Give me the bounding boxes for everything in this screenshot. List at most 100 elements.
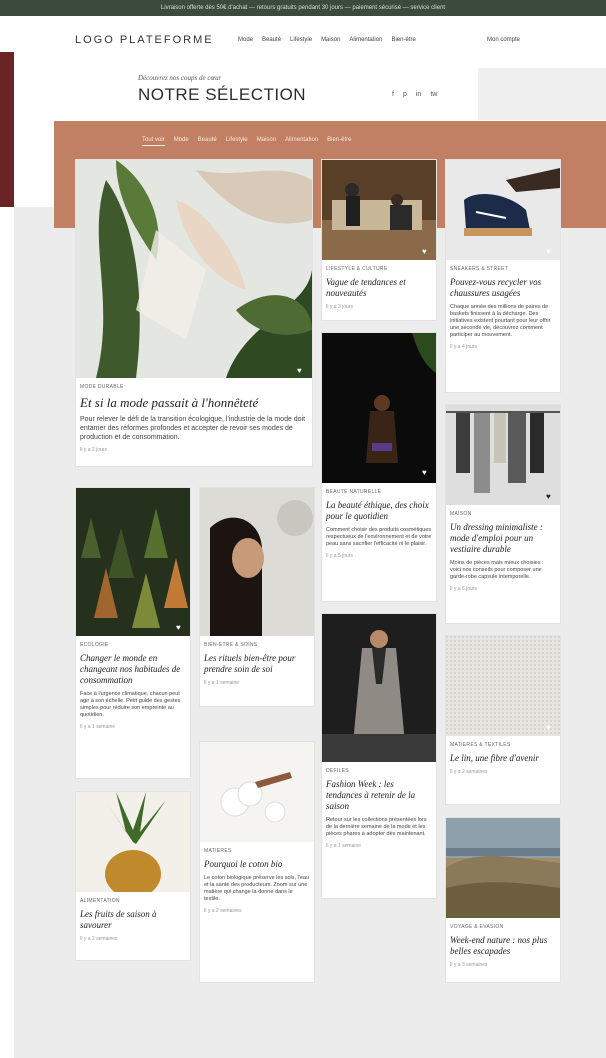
article-title[interactable]: Vague de tendances et nouveautés [326,277,432,299]
filter-all[interactable]: Tout voir [142,137,165,146]
article-date: Il y a 6 jours [450,586,477,592]
article-card[interactable]: ALIMENTATION Les fruits de saison à savo… [76,792,190,960]
article-title[interactable]: Pourquoi le coton bio [204,859,310,870]
site-header: LOGO PLATEFORME Mode Beauté Lifestyle Ma… [0,16,606,68]
favorite-icon[interactable]: ♥ [297,367,305,375]
article-excerpt: Le coton biologique préserve les sols, l… [204,875,310,902]
article-title[interactable]: Pouvez-vous recycler vos chaussures usag… [450,277,556,299]
twitter-icon[interactable]: tw [430,91,437,98]
promo-text: Livraison offerte dès 50€ d'achat — reto… [160,5,446,11]
article-category: ALIMENTATION [80,898,120,904]
article-date: Il y a 1 semaine [80,724,116,730]
article-category: SNEAKERS & STREET [450,266,509,272]
article-date: Il y a 2 semaines [204,908,242,914]
article-body: MATIÈRES Pourquoi le coton bio Le coton … [204,848,310,914]
article-title[interactable]: Et si la mode passait à l'honnêteté [80,395,308,410]
article-excerpt: Pour relever le défi de la transition éc… [80,416,306,441]
linkedin-icon[interactable]: in [416,91,421,98]
article-excerpt: Chaque année des millions de paires de b… [450,304,551,338]
filter-lifestyle[interactable]: Lifestyle [226,137,248,146]
article-card[interactable]: BIEN-ÊTRE & SOINS Les rituels bien-être … [200,488,314,706]
filter-mode[interactable]: Mode [174,137,189,146]
article-body: BEAUTÉ NATURELLE La beauté éthique, des … [326,489,432,559]
article-body: BIEN-ÊTRE & SOINS Les rituels bien-être … [204,642,310,686]
article-card[interactable]: VOYAGE & ÉVASION Week-end nature : nos p… [446,818,560,982]
article-date: Il y a 2 semaines [450,769,488,775]
article-title[interactable]: Changer le monde en changeant nos habitu… [80,653,186,686]
article-body: SNEAKERS & STREET Pouvez-vous recycler v… [450,266,556,350]
favorite-icon[interactable]: ♥ [546,724,554,732]
article-card[interactable]: ♥ BEAUTÉ NATURELLE La beauté éthique, de… [322,333,436,601]
article-card[interactable]: MATIÈRES Pourquoi le coton bio Le coton … [200,742,314,982]
article-card[interactable]: ♥ MAISON Un dressing minimaliste : mode … [446,405,560,623]
category-filters: Tout voir Mode Beauté Lifestyle Maison A… [142,137,351,146]
article-category: LIFESTYLE & CULTURE [326,266,388,272]
favorite-icon[interactable]: ♥ [546,493,554,501]
article-card[interactable]: ♥ MATIÈRES & TEXTILES Le lin, une fibre … [446,636,560,804]
facebook-icon[interactable]: f [392,91,394,98]
article-title[interactable]: Le lin, une fibre d'avenir [450,753,556,764]
main-nav: Mode Beauté Lifestyle Maison Alimentatio… [238,37,416,43]
page-kicker: Découvrez nos coups de cœur [138,74,222,82]
article-card[interactable]: ♥ ÉCOLOGIE Changer le monde en changeant… [76,488,190,778]
account-link[interactable]: Mon compte [487,37,520,43]
favorite-icon[interactable]: ♥ [176,624,184,632]
article-date: Il y a 1 semaine [204,680,240,686]
article-category: MAISON [450,511,472,517]
article-card[interactable]: DÉFILÉS Fashion Week : les tendances à r… [322,614,436,898]
article-body: MODE DURABLE Et si la mode passait à l'h… [80,384,308,453]
article-card[interactable]: ♥ SNEAKERS & STREET Pouvez-vous recycler… [446,160,560,392]
page-title: NOTRE SÉLECTION [138,85,307,104]
article-title[interactable]: La beauté éthique, des choix pour le quo… [326,500,432,522]
article-excerpt: Comment choisir des produits cosmétiques… [326,527,432,547]
article-title[interactable]: Les rituels bien-être pour prendre soin … [204,653,310,675]
article-image [200,742,314,842]
article-category: MATIÈRES & TEXTILES [450,742,511,748]
article-card[interactable]: ♥ LIFESTYLE & CULTURE Vague de tendances… [322,160,436,320]
nav-item-bien-etre[interactable]: Bien-être [391,37,415,43]
article-category: BIEN-ÊTRE & SOINS [204,642,258,648]
article-image [322,333,436,483]
site-logo[interactable]: LOGO PLATEFORME [75,34,214,46]
article-date: Il y a 4 jours [450,344,477,350]
nav-item-beaute[interactable]: Beauté [262,37,281,43]
article-category: ÉCOLOGIE [80,642,109,648]
favorite-icon[interactable]: ♥ [546,248,554,256]
article-category: VOYAGE & ÉVASION [450,924,504,930]
article-date: Il y a 1 semaine [326,843,362,849]
nav-item-lifestyle[interactable]: Lifestyle [290,37,312,43]
article-title[interactable]: Les fruits de saison à savourer [80,909,186,931]
article-body: VOYAGE & ÉVASION Week-end nature : nos p… [450,924,556,968]
article-image [446,818,560,918]
article-body: ÉCOLOGIE Changer le monde en changeant n… [80,642,186,730]
article-image [446,405,560,505]
article-image [322,160,436,260]
article-date: Il y a 5 jours [326,553,353,559]
article-category: DÉFILÉS [326,768,349,774]
filter-bien-etre[interactable]: Bien-être [327,137,351,146]
article-image [446,636,560,736]
side-accent-bar [0,52,14,207]
filter-alimentation[interactable]: Alimentation [285,137,318,146]
article-title[interactable]: Fashion Week : les tendances à retenir d… [326,779,432,812]
article-image [446,160,560,260]
article-card[interactable]: ♥ MODE DURABLE Et si la mode passait à l… [76,160,312,466]
favorite-icon[interactable]: ♥ [422,248,430,256]
article-title[interactable]: Un dressing minimaliste : mode d'emploi … [450,522,556,555]
nav-item-maison[interactable]: Maison [321,37,340,43]
filter-maison[interactable]: Maison [257,137,276,146]
filter-beaute[interactable]: Beauté [198,137,217,146]
article-excerpt: Moins de pièces mais mieux choisies : vo… [450,560,544,580]
article-excerpt: Face à l'urgence climatique, chacun peut… [80,691,181,718]
favorite-icon[interactable]: ♥ [422,469,430,477]
article-category: MODE DURABLE [80,384,124,390]
article-image [76,488,190,636]
article-date: Il y a 2 semaines [80,936,118,942]
pinterest-icon[interactable]: p [403,91,407,98]
header-side-panel [478,68,606,120]
nav-item-mode[interactable]: Mode [238,37,253,43]
article-body: MATIÈRES & TEXTILES Le lin, une fibre d'… [450,742,556,775]
social-links: f p in tw [392,91,437,98]
article-title[interactable]: Week-end nature : nos plus belles escapa… [450,935,556,957]
nav-item-alimentation[interactable]: Alimentation [349,37,382,43]
